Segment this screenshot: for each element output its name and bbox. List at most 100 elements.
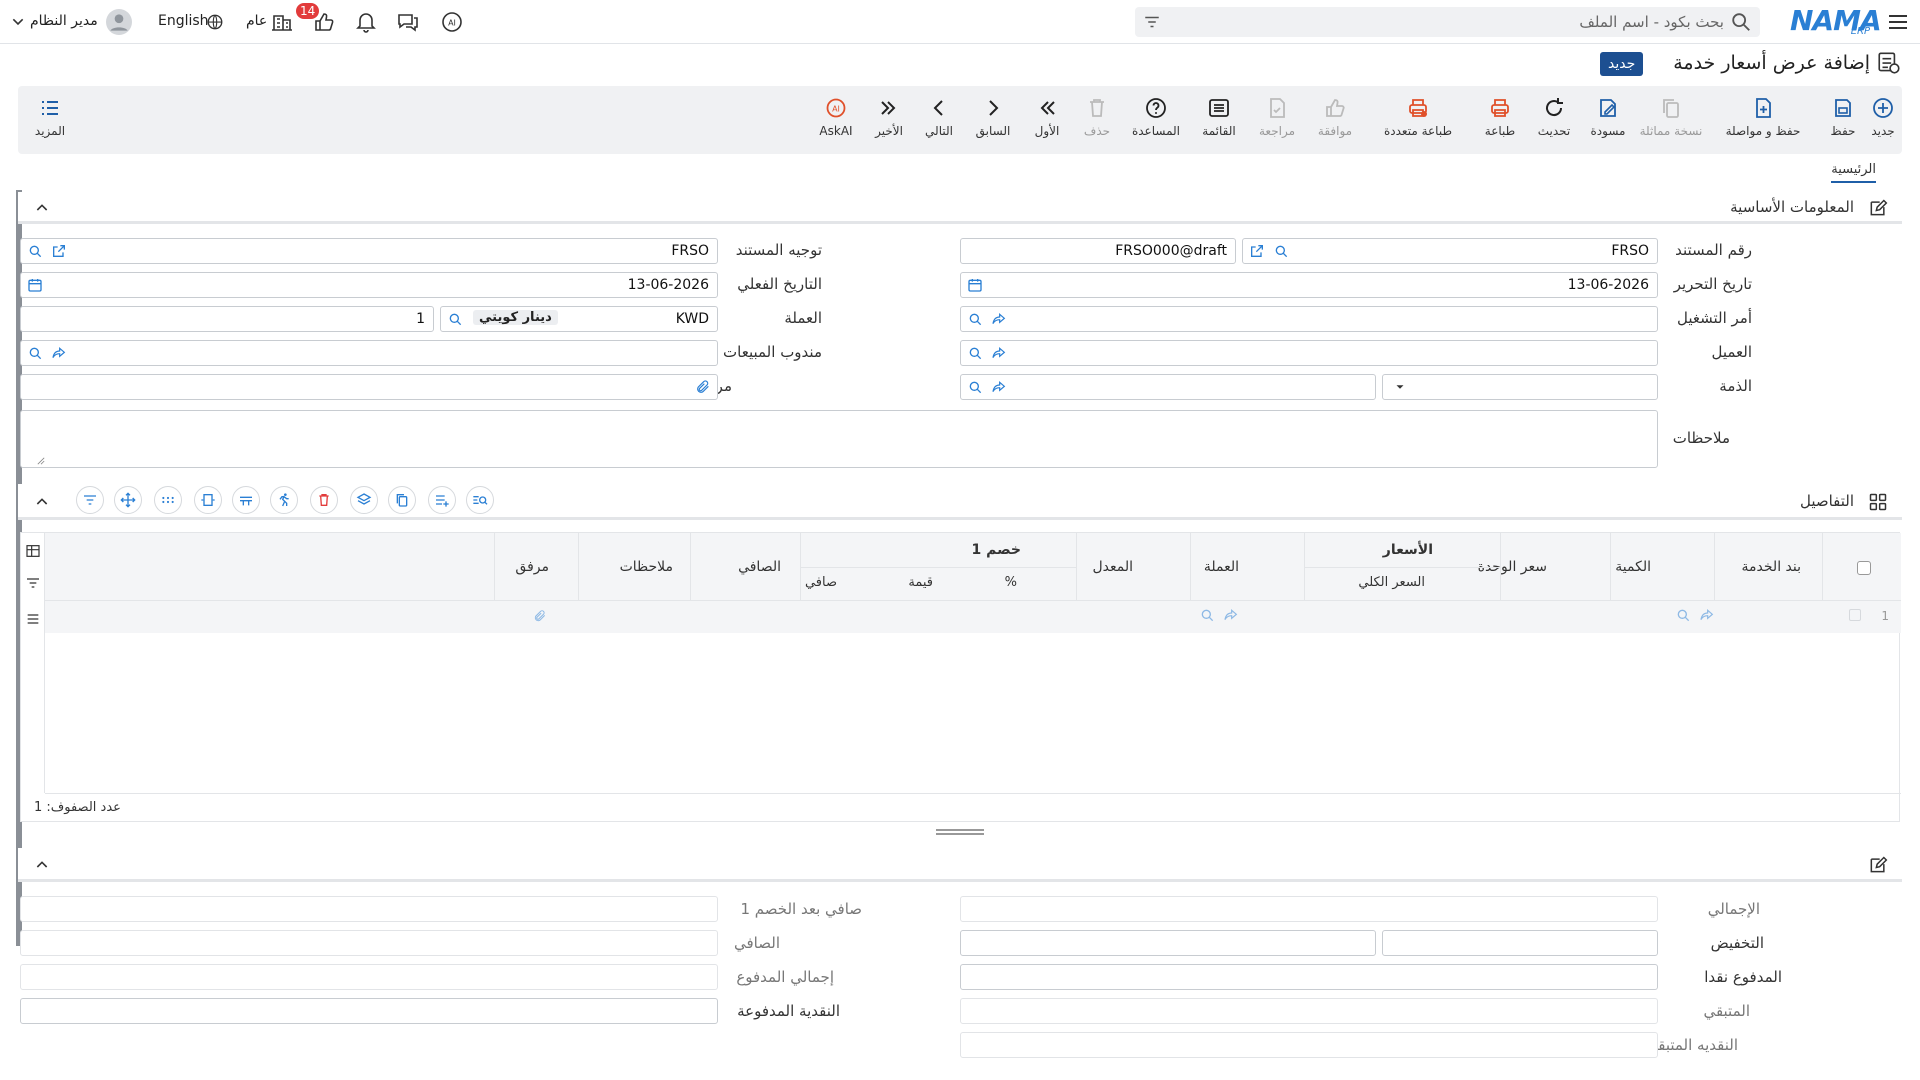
share-icon[interactable] [51,345,67,361]
search-icon[interactable] [447,311,463,327]
col-service-item[interactable]: بند الخدمة [1742,559,1801,575]
add-row-button[interactable] [428,486,456,514]
totals-header[interactable] [18,848,1902,882]
currency-rate-field[interactable]: 1 [20,306,434,332]
last-button[interactable]: الأخير [870,96,908,138]
user-name[interactable]: مدير النظام [30,13,98,29]
list-button[interactable]: القائمة [1196,96,1242,138]
open-link-icon[interactable] [1249,243,1265,259]
draft-button[interactable]: مسودة [1588,96,1628,138]
avatar[interactable] [106,9,132,35]
search-icon[interactable] [967,379,983,395]
discount-percent-field[interactable] [1382,930,1658,956]
dots-grid-button[interactable] [154,486,182,514]
column-width-button[interactable] [194,486,222,514]
askai-button[interactable]: AI AskAI [814,96,858,138]
col-rate[interactable]: المعدل [1092,559,1133,575]
work-order-field[interactable] [960,306,1658,332]
share-icon[interactable] [1223,607,1239,623]
brand-logo[interactable]: NAMA ERP [1790,4,1882,40]
details-header[interactable]: التفاصيل [18,484,1902,520]
resize-handle-icon[interactable] [37,457,45,465]
collapse-icon[interactable] [34,857,50,873]
filter-icon[interactable] [25,575,41,591]
col-discount-net[interactable]: صافي [805,575,837,590]
table-settings-icon[interactable] [25,543,41,559]
col-total-price[interactable]: السعر الكلي [1358,575,1425,590]
table-row[interactable]: 1 [45,601,1901,633]
search-icon[interactable] [1675,607,1691,623]
save-button[interactable]: حفظ [1826,96,1860,138]
search-icon[interactable] [1730,11,1752,33]
attachment-field[interactable] [20,374,718,400]
share-icon[interactable] [991,345,1007,361]
scope-label[interactable]: عام [246,13,267,29]
collapse-icon[interactable] [34,494,50,510]
currency-field[interactable]: KWD دينار كويتي [440,306,718,332]
calendar-icon[interactable] [967,277,983,293]
doc-number-field[interactable]: FRSO000@draft [960,238,1236,264]
save-continue-button[interactable]: حفظ و مواصلة [1718,96,1808,138]
next-button[interactable]: التالي [920,96,958,138]
search-rows-button[interactable] [466,486,494,514]
collapse-icon[interactable] [34,200,50,216]
globe-icon[interactable] [206,13,224,31]
delete-button[interactable]: حذف [1078,96,1116,138]
doc-number-prefix-field[interactable]: FRSO [1242,238,1658,264]
bell-icon[interactable] [354,10,378,34]
copy-row-button[interactable] [388,486,416,514]
discount-value-field[interactable] [960,930,1376,956]
duplicate-button[interactable]: نسخة مماثلة [1636,96,1706,138]
filter-rows-button[interactable] [76,486,104,514]
move-button[interactable] [114,486,142,514]
approve-button[interactable]: موافقة [1312,96,1358,138]
search-icon[interactable] [967,345,983,361]
paperclip-icon[interactable] [533,609,547,623]
delete-row-button[interactable] [310,486,338,514]
multi-print-button[interactable]: طباعة متعددة [1370,96,1466,138]
previous-button[interactable]: السابق [970,96,1016,138]
panel-resize-handle[interactable] [936,829,984,835]
row-checkbox[interactable] [1849,609,1861,621]
sales-rep-field[interactable] [20,340,718,366]
refresh-button[interactable]: تحديث [1534,96,1574,138]
paid-cash-field[interactable] [20,998,718,1024]
first-button[interactable]: الأول [1028,96,1066,138]
col-quantity[interactable]: الكمية [1615,559,1651,575]
paperclip-icon[interactable] [695,379,711,395]
actual-date-field[interactable]: 13-06-2026 [20,272,718,298]
language-switch[interactable]: English [158,13,209,29]
basic-info-header[interactable]: المعلومات الأساسية [18,192,1902,224]
calendar-icon[interactable] [27,277,43,293]
filter-icon[interactable] [1143,13,1161,31]
menu-icon[interactable] [25,611,41,627]
new-button[interactable]: جديد [1866,96,1900,138]
tab-main[interactable]: الرئيسية [1831,162,1876,183]
notes-textarea[interactable] [20,410,1658,468]
building-icon[interactable] [270,10,294,34]
print-button[interactable]: طباعة [1480,96,1520,138]
col-currency[interactable]: العملة [1204,559,1239,575]
debt-type-select[interactable] [1382,374,1658,400]
doc-direction-field[interactable]: FRSO [20,238,718,264]
layers-button[interactable] [350,486,378,514]
col-attachment[interactable]: مرفق [515,559,549,575]
select-all-checkbox[interactable] [1857,561,1871,575]
search-box[interactable]: بحث بكود - اسم الملف [1135,7,1760,37]
run-button[interactable] [270,486,298,514]
search-icon[interactable] [1273,243,1289,259]
debt-field[interactable] [960,374,1376,400]
chat-icon[interactable] [396,10,420,34]
search-icon[interactable] [967,311,983,327]
col-notes[interactable]: ملاحظات [620,559,673,575]
table-layout-button[interactable] [232,486,260,514]
share-icon[interactable] [991,379,1007,395]
cash-paid-field[interactable] [960,964,1658,990]
ai-assistant-icon[interactable]: AI [440,10,464,34]
customer-field[interactable] [960,340,1658,366]
col-discount-value[interactable]: قيمة [908,575,933,590]
col-discount-percent[interactable]: % [1005,575,1017,590]
open-link-icon[interactable] [51,243,67,259]
search-icon[interactable] [1199,607,1215,623]
share-icon[interactable] [1699,607,1715,623]
